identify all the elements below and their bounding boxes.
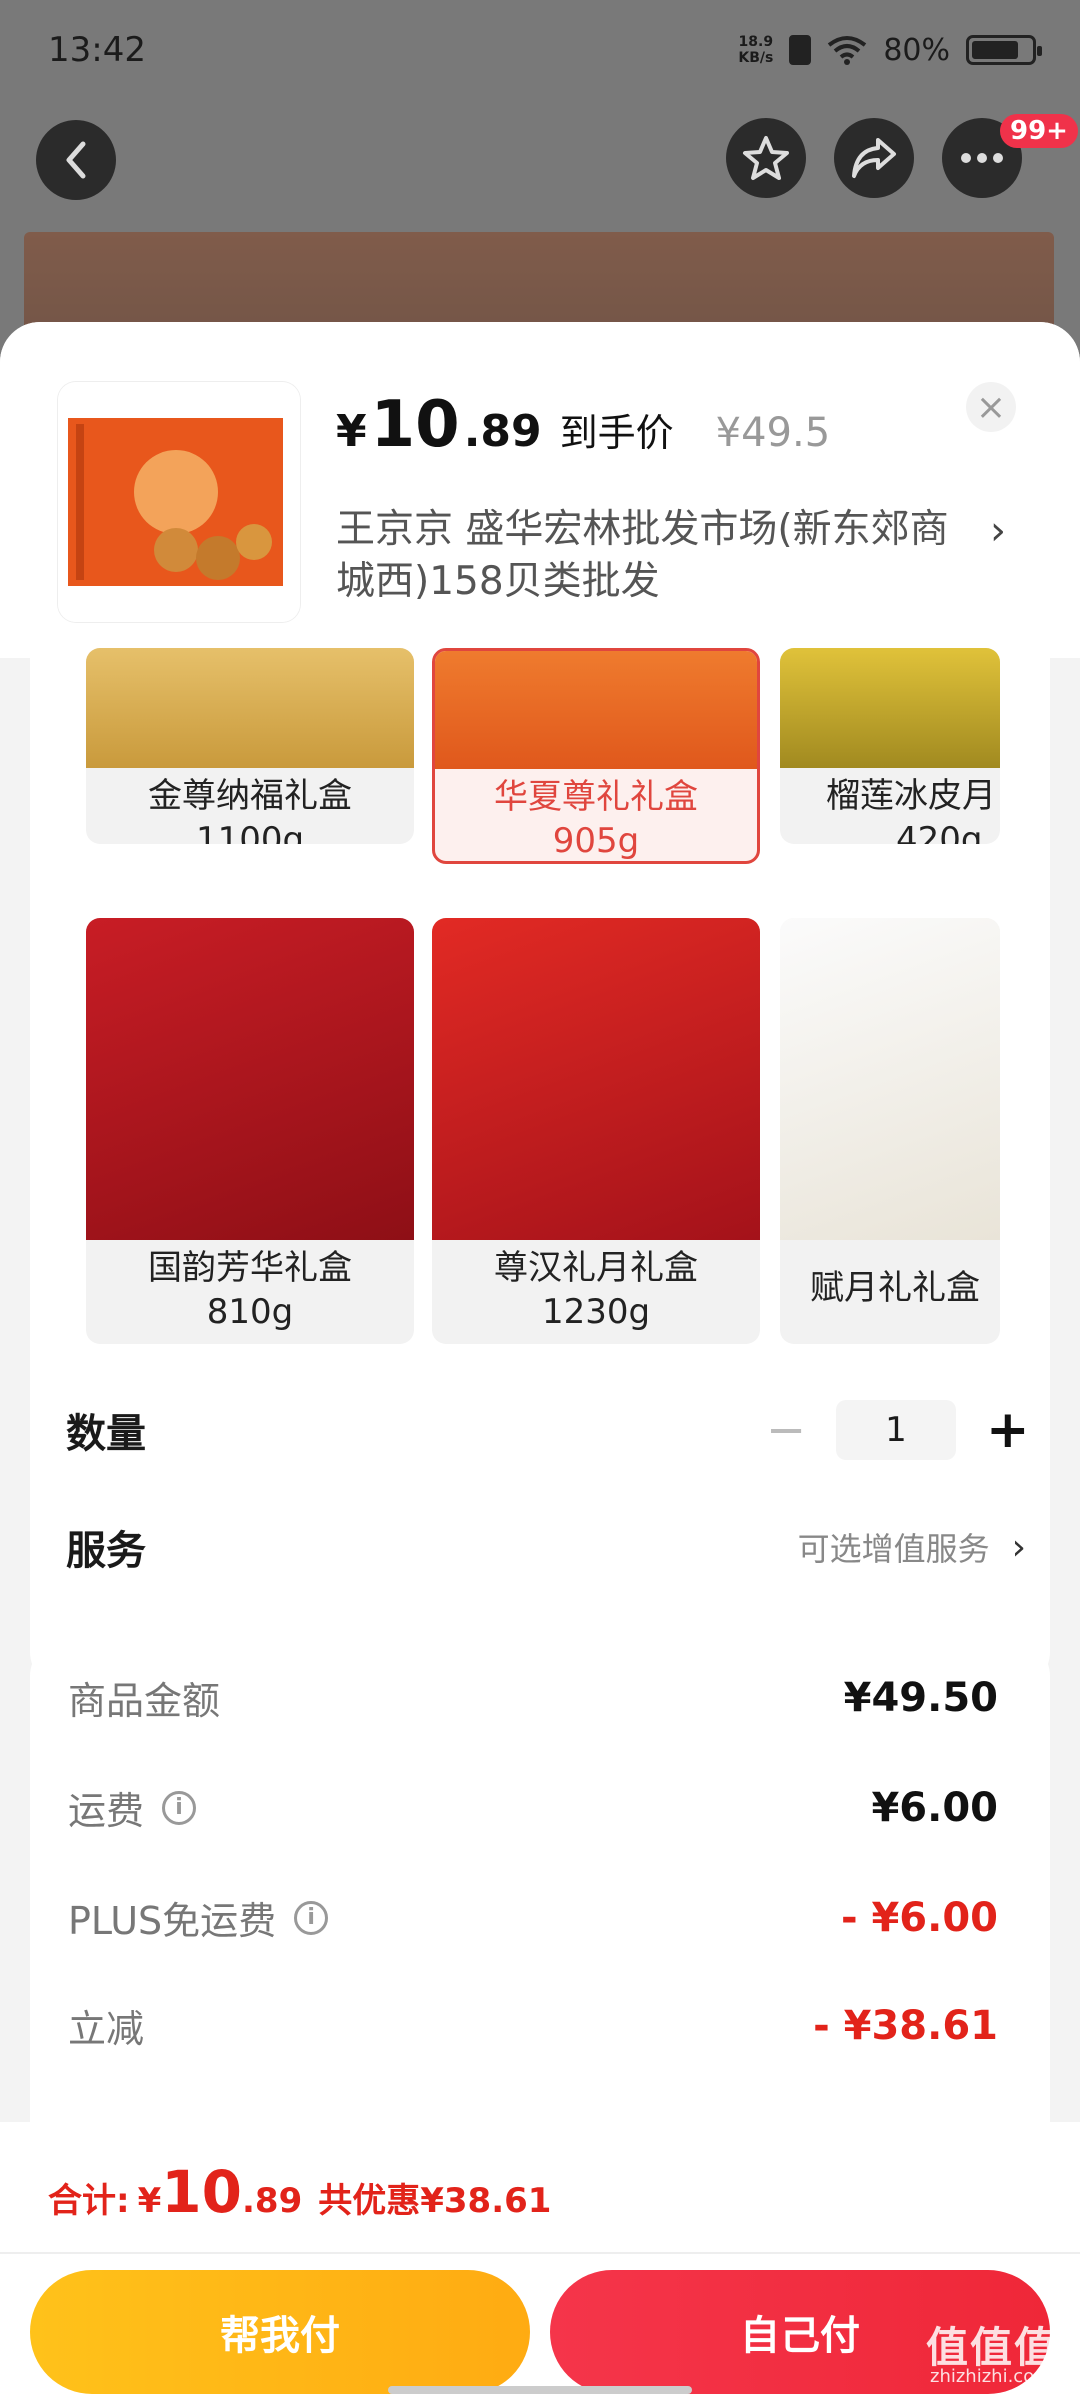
message-badge: 99+ [1000, 114, 1078, 148]
share-button[interactable] [834, 118, 914, 198]
sim-icon [789, 35, 812, 65]
shipping-label-group: 运费 i [68, 1780, 197, 1835]
option-image [86, 648, 414, 768]
more-icon [961, 153, 1003, 163]
share-icon [852, 138, 896, 178]
service-row[interactable]: 服务 可选增值服务 › [66, 1518, 1026, 1576]
back-button[interactable] [36, 120, 116, 200]
total-decimal: .89 [242, 2181, 303, 2221]
clock: 13:42 [48, 30, 146, 70]
goods-amount-label: 商品金额 [68, 1679, 221, 1723]
chevron-left-icon [66, 141, 86, 179]
option-image [780, 648, 1000, 768]
mooncake-box-image [58, 382, 300, 622]
plus-free-shipping-row: PLUS免运费 i - ¥6.00 [68, 1890, 998, 1945]
option-label: 赋月礼礼盒 [810, 1268, 980, 1308]
total-currency: ¥ [137, 2181, 162, 2221]
divider [0, 2252, 1080, 2254]
chevron-right-icon: › [1011, 1526, 1026, 1568]
quantity-input[interactable]: 1 [836, 1400, 956, 1460]
discount-row: 立减 - ¥38.61 [68, 1998, 998, 2053]
close-icon: × [975, 386, 1007, 428]
option-label: 尊汉礼月礼盒 1230g [494, 1248, 698, 1332]
status-icons: 18.9 KB/s 80% [738, 32, 1042, 68]
shipping-value: ¥6.00 [871, 1784, 998, 1831]
discount-value: - ¥38.61 [813, 2002, 998, 2049]
final-price-tag: 到手价 [559, 411, 674, 455]
total-line: 合计: ¥ 10 .89 共优惠¥38.61 [48, 2158, 551, 2226]
wifi-icon [828, 36, 867, 65]
option-label: 榴莲冰皮月 420g [826, 776, 996, 844]
chevron-right-icon[interactable]: › [990, 508, 1006, 554]
option-image [432, 918, 760, 1240]
price-integer: 10 [370, 388, 460, 462]
star-icon [743, 136, 789, 180]
info-icon[interactable]: i [294, 1900, 329, 1935]
checkout-bar: 合计: ¥ 10 .89 共优惠¥38.61 帮我付 自己付 [0, 2122, 1080, 2400]
quantity-stepper[interactable]: − 1 + [766, 1400, 1030, 1460]
option-image [435, 651, 757, 769]
original-price: ¥49.5 [715, 410, 831, 456]
watermark-url: zhizhizhi.com [930, 2366, 1052, 2387]
increase-button[interactable]: + [986, 1400, 1030, 1460]
help-pay-button[interactable]: 帮我付 [30, 2270, 530, 2394]
option-image [86, 918, 414, 1240]
price-decimal: .89 [463, 406, 542, 457]
spec-bottom-sheet: ¥ 10 .89 到手价 ¥49.5 × 王京京 盛华宏林批发市场(新东郊商城西… [0, 322, 1080, 2400]
goods-amount-row: 商品金额 ¥49.50 [68, 1670, 998, 1725]
service-selector[interactable]: 可选增值服务 › [798, 1524, 1026, 1570]
info-icon[interactable]: i [162, 1790, 197, 1825]
total-label: 合计: [48, 2181, 130, 2221]
option-card[interactable]: 尊汉礼月礼盒 1230g [432, 918, 760, 1344]
option-image [780, 918, 1000, 1240]
option-card[interactable]: 榴莲冰皮月 420g [780, 648, 1000, 844]
shipping-label: 运费 [68, 1789, 145, 1833]
options-panel: 金尊纳福礼盒 1100g 华夏尊礼礼盒 905g 榴莲冰皮月 420g 国韵芳华… [30, 648, 1050, 1688]
option-card[interactable]: 金尊纳福礼盒 1100g [86, 648, 414, 844]
goods-amount-value: ¥49.50 [843, 1674, 998, 1721]
status-bar: 13:42 18.9 KB/s 80% [0, 0, 1080, 100]
option-label: 华夏尊礼礼盒 905g [494, 777, 698, 861]
product-thumbnail[interactable] [58, 382, 300, 622]
battery-icon [966, 35, 1042, 65]
home-indicator[interactable] [388, 2386, 692, 2394]
total-saving: 共优惠¥38.61 [318, 2181, 552, 2221]
service-hint: 可选增值服务 [797, 1530, 990, 1568]
price-row: ¥ 10 .89 到手价 ¥49.5 [336, 388, 830, 462]
discount-label: 立减 [68, 2007, 145, 2051]
quantity-row: 数量 − 1 + [66, 1400, 1030, 1460]
option-label: 金尊纳福礼盒 1100g [148, 776, 352, 844]
total-integer: 10 [161, 2158, 242, 2226]
battery-percent: 80% [883, 32, 950, 68]
favorite-button[interactable] [726, 118, 806, 198]
option-card[interactable]: 赋月礼礼盒 [780, 918, 1000, 1344]
price-currency: ¥ [336, 406, 367, 457]
option-card[interactable]: 国韵芳华礼盒 810g [86, 918, 414, 1344]
option-card-selected[interactable]: 华夏尊礼礼盒 905g [432, 648, 760, 864]
option-label: 国韵芳华礼盒 810g [148, 1248, 352, 1332]
shipping-row: 运费 i ¥6.00 [68, 1780, 998, 1835]
plus-label-group: PLUS免运费 i [68, 1890, 329, 1945]
net-speed: 18.9 KB/s [738, 34, 774, 66]
sheet-header: ¥ 10 .89 到手价 ¥49.5 × 王京京 盛华宏林批发市场(新东郊商城西… [0, 322, 1080, 658]
shop-address[interactable]: 王京京 盛华宏林批发市场(新东郊商城西)158贝类批发 [336, 504, 976, 608]
quantity-label: 数量 [66, 1411, 146, 1457]
plus-free-shipping-value: - ¥6.00 [840, 1894, 998, 1941]
plus-free-shipping-label: PLUS免运费 [68, 1899, 277, 1943]
decrease-button[interactable]: − [766, 1402, 806, 1458]
service-label: 服务 [66, 1528, 146, 1574]
close-button[interactable]: × [966, 382, 1016, 432]
